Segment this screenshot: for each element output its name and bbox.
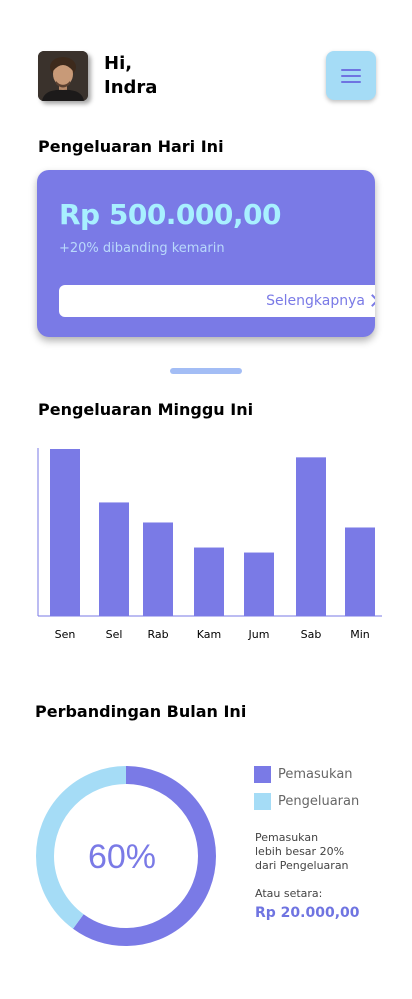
carousel-indicator[interactable]: [170, 368, 242, 374]
details-button-label: Selengkapnya: [266, 293, 365, 309]
chevron-right-icon: [366, 294, 375, 307]
monthly-donut-chart: 60%: [36, 766, 216, 946]
bar-kam: [194, 547, 224, 616]
user-name: Indra: [104, 77, 158, 98]
month-section-title: Perbandingan Bulan Ini: [35, 702, 247, 721]
avatar[interactable]: [38, 51, 88, 101]
donut-center-label: 60%: [88, 838, 156, 876]
tick-label-kam: Kam: [197, 628, 221, 641]
weekly-bar-chart: Sen Sel Rab Kam Jum Sab Min: [37, 448, 382, 641]
greeting: Hi, Indra: [104, 52, 157, 100]
tick-label-sel: Sel: [106, 628, 123, 641]
greeting-hi: Hi,: [104, 53, 133, 74]
menu-line: [341, 74, 361, 77]
bar-jum: [244, 552, 274, 616]
note-line: lebih besar 20%: [255, 845, 345, 858]
equivalent-label: Atau setara:: [255, 887, 323, 900]
legend-expense: Pengeluaran: [254, 793, 359, 810]
details-button[interactable]: Selengkapnya: [59, 285, 375, 317]
bar-sel: [99, 502, 129, 616]
tick-label-sab: Sab: [301, 628, 322, 641]
menu-line: [341, 80, 361, 83]
today-spending-card: Rp 500.000,00 +20% dibanding kemarin Sel…: [37, 170, 375, 337]
bar-rab: [143, 522, 173, 616]
note-line: Pemasukan: [255, 831, 319, 844]
today-section-title: Pengeluaran Hari Ini: [38, 137, 224, 156]
legend-expense-label: Pengeluaran: [278, 794, 360, 809]
legend-income: Pemasukan: [254, 766, 353, 783]
user-photo-icon: [38, 51, 88, 101]
tick-label-jum: Jum: [248, 628, 270, 641]
menu-line: [341, 68, 361, 71]
tick-label-sen: Sen: [55, 628, 76, 641]
today-amount: Rp 500.000,00: [59, 198, 281, 231]
today-comparison: +20% dibanding kemarin: [59, 241, 225, 256]
bar-sab: [296, 457, 326, 616]
bar-sen: [50, 449, 80, 616]
equivalent-value: Rp 20.000,00: [255, 905, 360, 921]
legend-income-swatch: [254, 766, 271, 783]
legend-income-label: Pemasukan: [278, 767, 353, 782]
week-section-title: Pengeluaran Minggu Ini: [38, 400, 254, 419]
bar-min: [345, 527, 375, 616]
comparison-note: Pemasukan lebih besar 20% dari Pengeluar…: [255, 831, 375, 873]
legend-expense-swatch: [254, 793, 271, 810]
tick-label-min: Min: [350, 628, 370, 641]
hamburger-menu-icon[interactable]: [326, 51, 376, 100]
tick-label-rab: Rab: [147, 628, 168, 641]
note-line: dari Pengeluaran: [255, 859, 349, 872]
